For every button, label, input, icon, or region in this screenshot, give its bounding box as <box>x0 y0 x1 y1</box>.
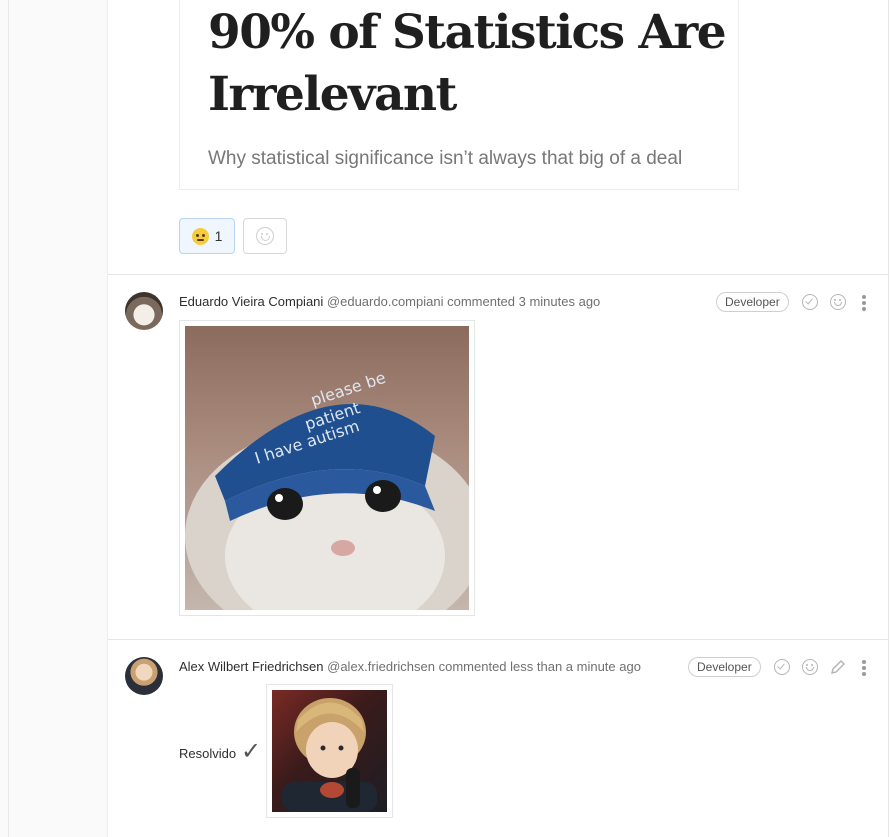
note-header: Eduardo Vieira Compiani @eduardo.compian… <box>179 294 600 309</box>
crying-cat-image: please be patient I have autism <box>185 326 469 610</box>
note-item: Alex Wilbert Friedrichsen @alex.friedric… <box>108 639 888 837</box>
author-username[interactable]: @eduardo.compiani <box>327 294 444 309</box>
child-microphone-image <box>272 690 387 812</box>
award-thinking-button[interactable]: 1 <box>179 218 235 254</box>
discussion-content: 90% of Statistics Are Irrelevant Why sta… <box>108 0 888 837</box>
checkmark-icon: ✓ <box>241 738 262 765</box>
note-header: Alex Wilbert Friedrichsen @alex.friedric… <box>179 659 641 674</box>
comment-text: Resolvido <box>179 746 237 761</box>
add-reaction-button[interactable] <box>243 218 287 254</box>
more-actions-icon[interactable] <box>862 295 866 311</box>
attached-image[interactable] <box>266 684 393 818</box>
avatar[interactable] <box>125 292 163 330</box>
author-username[interactable]: @alex.friedrichsen <box>327 659 435 674</box>
avatar[interactable] <box>125 657 163 695</box>
award-emoji-row: 1 <box>179 218 287 254</box>
author-name[interactable]: Alex Wilbert Friedrichsen <box>179 659 324 674</box>
cat-illustration: please be patient I have autism <box>185 368 469 610</box>
resolve-discussion-icon[interactable] <box>774 659 790 675</box>
attached-image[interactable]: please be patient I have autism <box>179 320 475 616</box>
right-edge-border <box>888 0 889 837</box>
note-timestamp[interactable]: commented 3 minutes ago <box>447 294 600 309</box>
add-reaction-icon[interactable] <box>830 294 846 310</box>
more-actions-icon[interactable] <box>862 660 866 676</box>
add-reaction-icon[interactable] <box>802 659 818 675</box>
link-preview-card[interactable]: 90% of Statistics Are Irrelevant Why sta… <box>179 0 739 190</box>
gutter-line <box>8 0 9 837</box>
award-count: 1 <box>214 228 223 244</box>
author-name[interactable]: Eduardo Vieira Compiani <box>179 294 323 309</box>
resolve-discussion-icon[interactable] <box>802 294 818 310</box>
preview-subtitle: Why statistical significance isn’t alway… <box>208 148 683 169</box>
role-badge: Developer <box>716 292 789 312</box>
edit-pencil-icon[interactable] <box>830 659 846 675</box>
thinking-emoji-icon <box>191 227 209 245</box>
note-item: Eduardo Vieira Compiani @eduardo.compian… <box>108 274 888 639</box>
add-emoji-icon <box>256 227 274 245</box>
role-badge: Developer <box>688 657 761 677</box>
note-timestamp[interactable]: commented less than a minute ago <box>439 659 641 674</box>
preview-title: 90% of Statistics Are Irrelevant <box>208 5 727 122</box>
left-gutter <box>0 0 108 837</box>
child-illustration <box>282 698 377 812</box>
